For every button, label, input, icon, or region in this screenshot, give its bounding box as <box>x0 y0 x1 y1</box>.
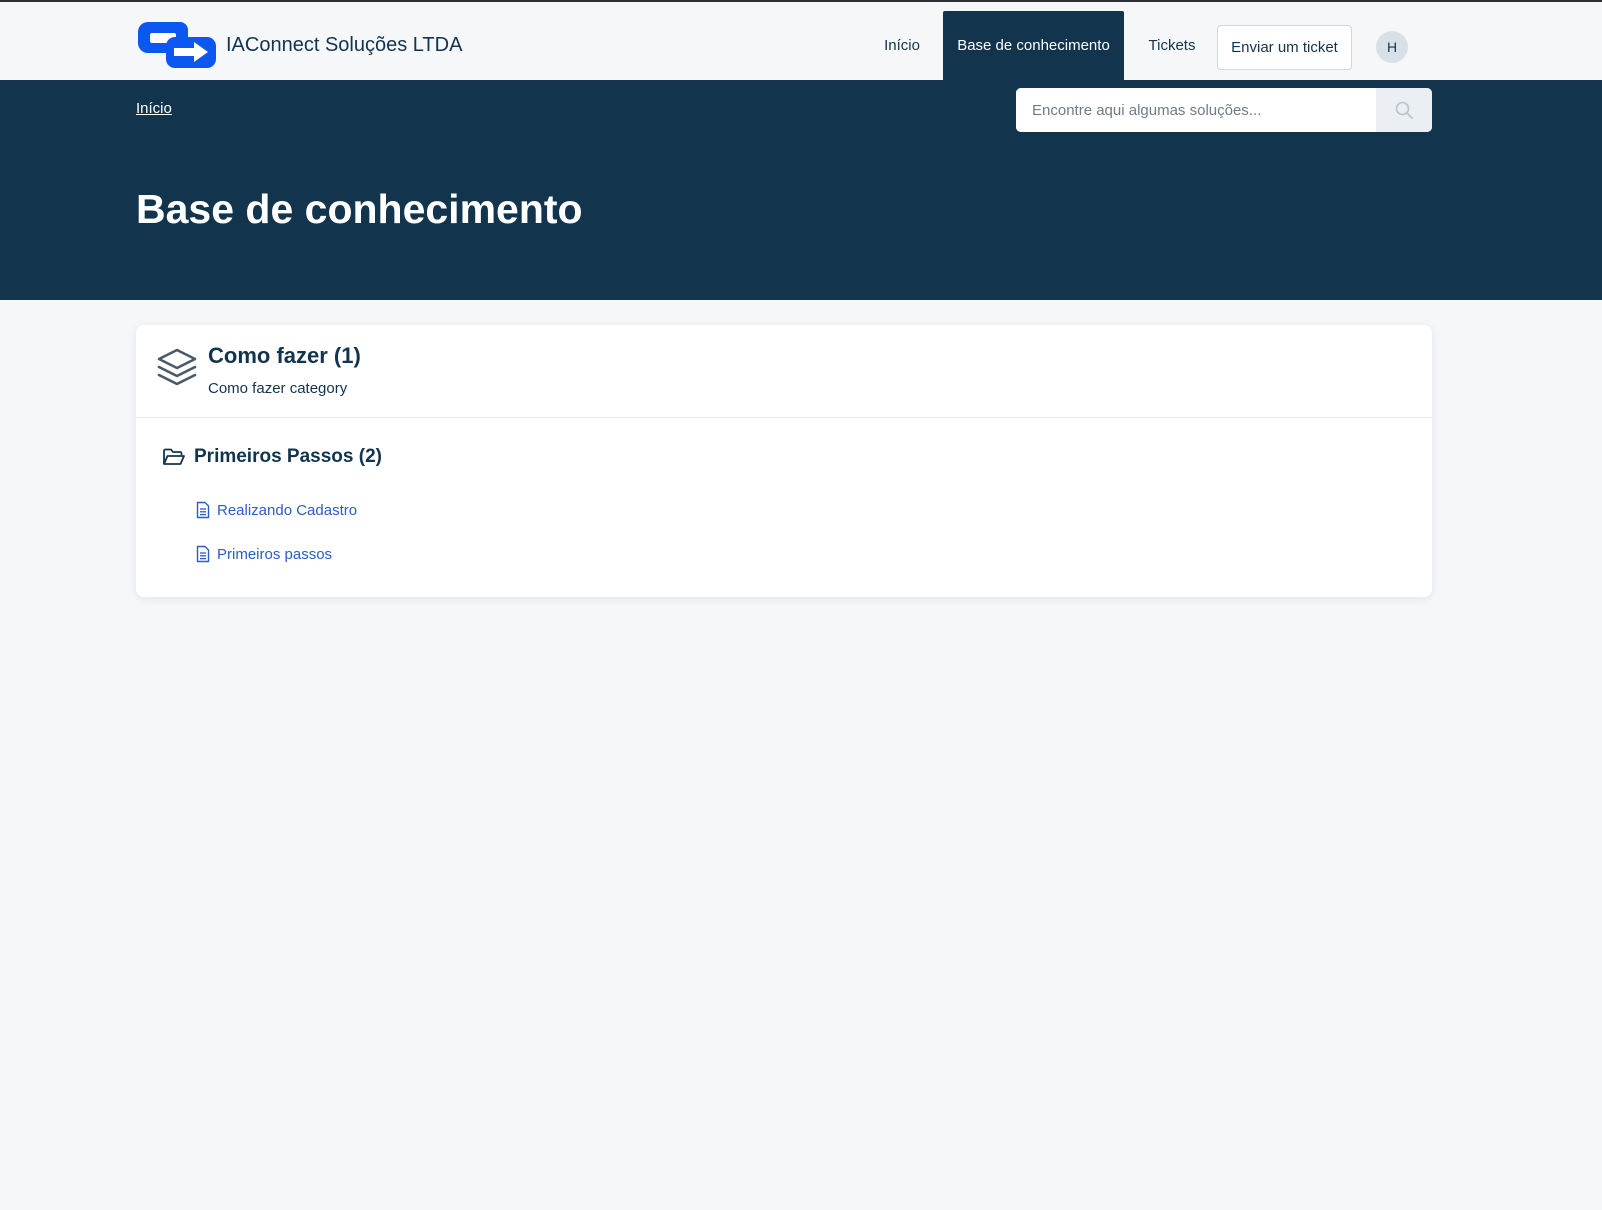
nav-knowledge-base[interactable]: Base de conhecimento <box>943 11 1124 80</box>
layers-icon <box>157 348 197 386</box>
folder-primeiros-passos[interactable]: Primeiros Passos (2) <box>162 445 382 469</box>
nav-home[interactable]: Início <box>868 11 936 80</box>
search-input[interactable] <box>1016 88 1376 132</box>
folder-open-icon <box>163 448 185 465</box>
site-header: IAConnect Soluções LTDA Início Base de c… <box>0 2 1602 80</box>
search-icon <box>1395 101 1413 119</box>
breadcrumb-home[interactable]: Início <box>136 100 172 117</box>
hero-banner: Início Base de conhecimento <box>0 80 1602 300</box>
page-title: Base de conhecimento <box>136 186 583 232</box>
category-title[interactable]: Como fazer (1) <box>208 343 361 369</box>
article-link[interactable]: Primeiros passos <box>196 545 332 563</box>
search-bar <box>1016 88 1432 132</box>
article-label: Realizando Cadastro <box>217 501 358 519</box>
avatar[interactable]: H <box>1376 31 1408 63</box>
category-header: Como fazer (1) Como fazer category <box>136 325 1432 418</box>
main-nav: Início Base de conhecimento Tickets Envi… <box>0 11 1602 80</box>
submit-ticket-button[interactable]: Enviar um ticket <box>1217 25 1352 70</box>
document-icon <box>196 545 210 563</box>
article-label: Primeiros passos <box>217 545 333 563</box>
category-description: Como fazer category <box>208 380 348 397</box>
nav-tickets[interactable]: Tickets <box>1140 11 1204 80</box>
article-link[interactable]: Realizando Cadastro <box>196 501 357 519</box>
document-icon <box>196 501 210 519</box>
category-card: Como fazer (1) Como fazer category Prime… <box>136 325 1432 597</box>
folder-title: Primeiros Passos (2) <box>194 446 382 467</box>
search-button[interactable] <box>1376 88 1432 132</box>
